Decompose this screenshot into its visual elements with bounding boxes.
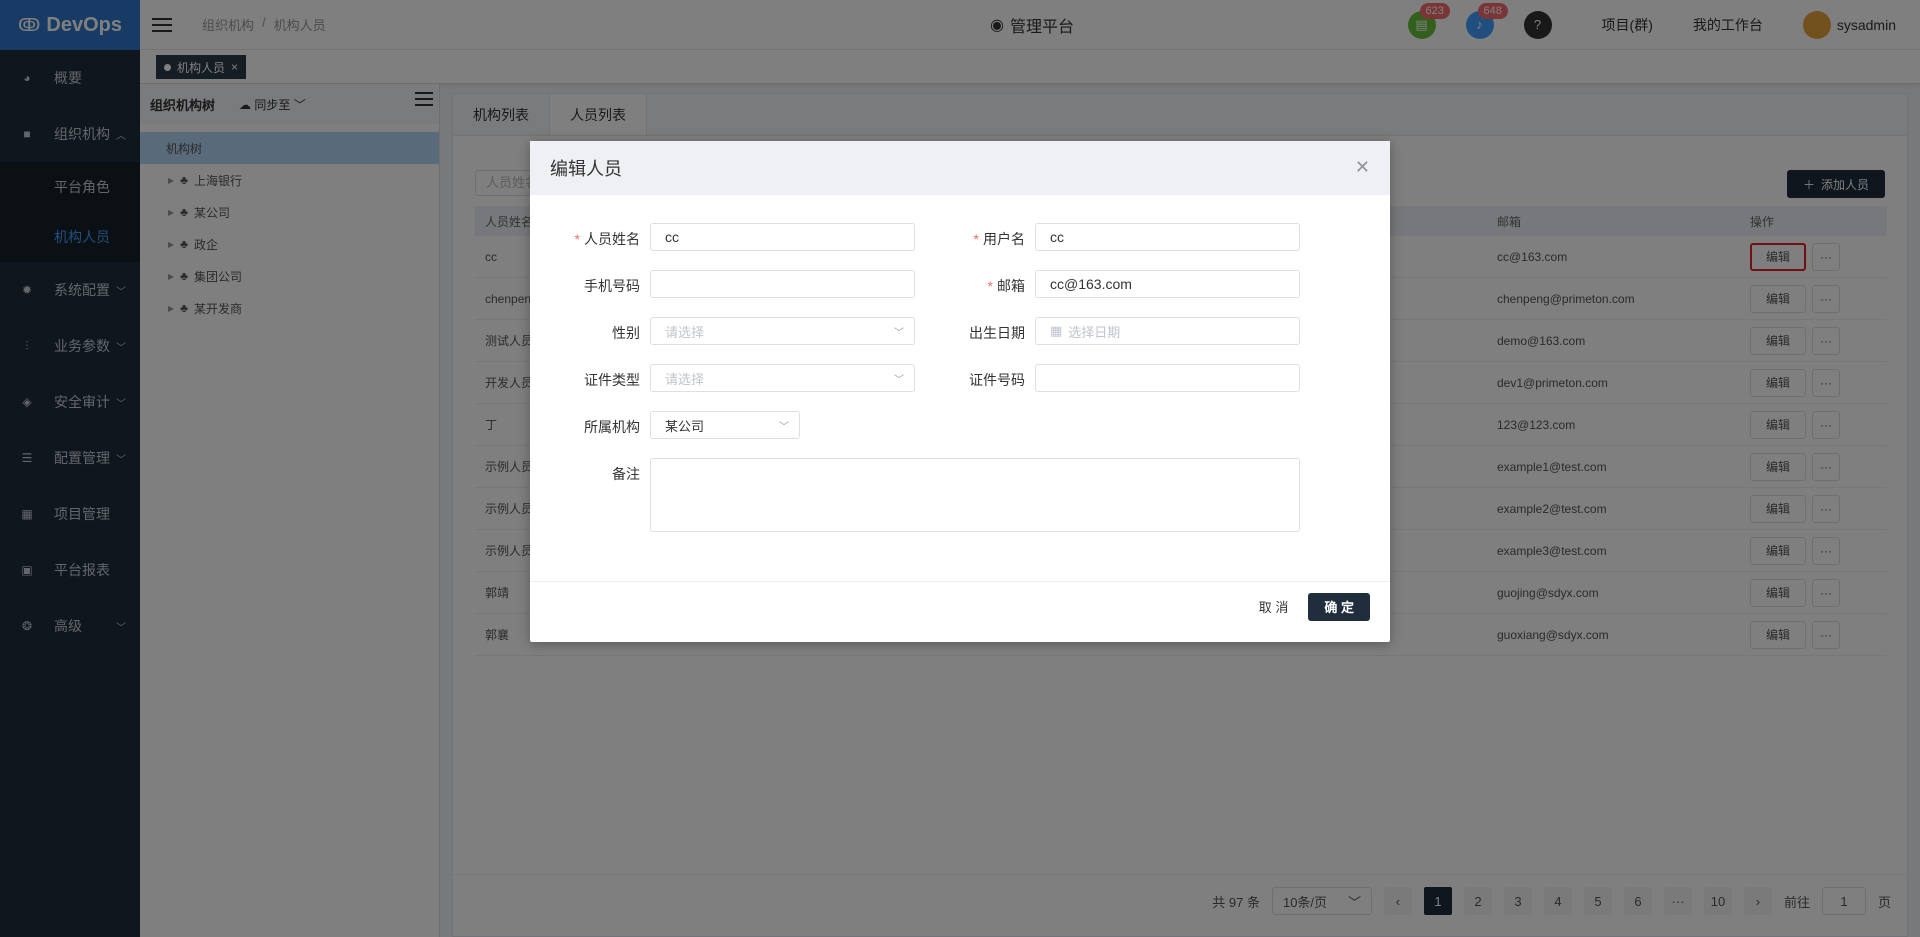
dialog-title: 编辑人员: [550, 159, 622, 179]
name-input[interactable]: cc: [650, 223, 915, 251]
phone-label: 手机号码: [584, 278, 640, 294]
edit-staff-form: * 人员姓名 cc * 用户名 cc 手机号码 * 邮箱 cc@163.com 性别 …: [530, 195, 1390, 582]
gender-label: 性别: [612, 325, 640, 341]
phone-input[interactable]: [650, 270, 915, 298]
close-icon[interactable]: ✕: [1355, 157, 1370, 178]
username-input[interactable]: cc: [1035, 223, 1300, 251]
org-select[interactable]: 某公司 ﹀: [650, 411, 800, 439]
birth-placeholder: 选择日期: [1068, 324, 1121, 340]
birth-date-picker[interactable]: ▦ 选择日期: [1035, 317, 1300, 345]
cancel-button[interactable]: 取 消: [1255, 591, 1293, 622]
chevron-down-icon: ﹀: [779, 421, 789, 433]
name-label: * 人员姓名: [574, 231, 640, 247]
id-type-label: 证件类型: [584, 372, 640, 388]
id-type-placeholder: 请选择: [665, 371, 705, 387]
id-number-label: 证件号码: [969, 372, 1025, 388]
dialog-header: 编辑人员 ✕: [530, 141, 1390, 195]
gender-placeholder: 请选择: [665, 324, 705, 340]
confirm-button[interactable]: 确 定: [1308, 592, 1370, 621]
birth-label: 出生日期: [969, 325, 1025, 341]
org-value: 某公司: [665, 418, 705, 434]
remark-label: 备注: [612, 466, 640, 482]
gender-select[interactable]: 请选择 ﹀: [650, 317, 915, 345]
username-label: * 用户名: [973, 231, 1025, 247]
calendar-icon: ▦: [1050, 323, 1063, 338]
id-type-select[interactable]: 请选择 ﹀: [650, 364, 915, 392]
remark-textarea[interactable]: [650, 458, 1300, 532]
email-input[interactable]: cc@163.com: [1035, 270, 1300, 298]
chevron-down-icon: ﹀: [894, 327, 904, 339]
id-number-input[interactable]: [1035, 364, 1300, 392]
chevron-down-icon: ﹀: [894, 374, 904, 386]
email-label: * 邮箱: [987, 278, 1025, 294]
org-label: 所属机构: [584, 419, 640, 435]
dialog-footer: 取 消 确 定: [1255, 591, 1370, 622]
edit-staff-dialog: 编辑人员 ✕ * 人员姓名 cc * 用户名 cc 手机号码 * 邮箱 cc@163.…: [530, 141, 1390, 642]
